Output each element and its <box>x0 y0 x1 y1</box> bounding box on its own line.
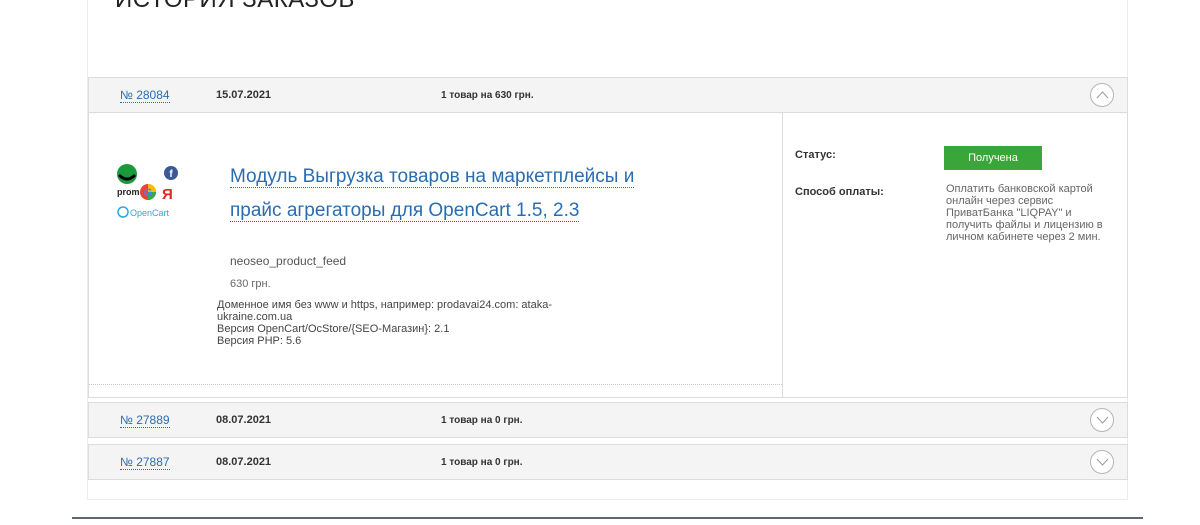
order-header-27887[interactable]: № 27887 08.07.2021 1 товар на 0 грн. <box>88 444 1128 480</box>
chevron-down-icon[interactable] <box>1090 408 1114 432</box>
svg-text:prom: prom <box>117 187 140 197</box>
order-number-link[interactable]: № 27887 <box>120 455 170 470</box>
product-price: 630 грн. <box>230 278 271 290</box>
svg-text:OpenCart: OpenCart <box>130 208 170 218</box>
product-code: neoseo_product_feed <box>230 254 347 268</box>
product-divider <box>89 384 782 385</box>
product-title[interactable]: Модуль Выгрузка товаров на маркетплейсы … <box>230 160 650 228</box>
footer-divider <box>72 517 1143 519</box>
svg-text:Я: Я <box>162 186 173 203</box>
chevron-up-icon[interactable] <box>1090 83 1114 107</box>
order-date: 08.07.2021 <box>216 456 272 468</box>
option-opencart-version: Версия OpenCart/OcStore/{SEO-Магазин}: 2… <box>217 323 450 335</box>
order-summary: 1 товар на 0 грн. <box>441 414 523 426</box>
order-date: 15.07.2021 <box>216 89 272 101</box>
payment-label: Способ оплаты: <box>795 186 884 198</box>
option-domain: Доменное имя без www и https, например: … <box>217 299 553 323</box>
chevron-down-icon[interactable] <box>1090 450 1114 474</box>
page-title: ИСТОРИЯ ЗАКАЗОВ <box>115 0 355 14</box>
payment-value: Оплатить банковской картой онлайн через … <box>946 183 1103 243</box>
product-logo-icon: f prom G Я OpenCart <box>117 164 178 218</box>
details-divider <box>782 113 783 397</box>
product-options: Доменное имя без www и https, например: … <box>217 299 617 347</box>
order-number-link[interactable]: № 27889 <box>120 413 170 428</box>
order-header-27889[interactable]: № 27889 08.07.2021 1 товар на 0 грн. <box>88 402 1128 438</box>
order-header-28084[interactable]: № 28084 15.07.2021 1 товар на 630 грн. <box>88 77 1128 113</box>
svg-text:G: G <box>144 187 153 199</box>
order-summary: 1 товар на 0 грн. <box>441 456 523 468</box>
order-date: 08.07.2021 <box>216 414 272 426</box>
order-details-28084: f prom G Я OpenCart Модуль Выгрузка това… <box>88 113 1128 398</box>
status-label: Статус: <box>795 149 836 161</box>
order-summary: 1 товар на 630 грн. <box>441 89 534 101</box>
option-php-version: Версия PHP: 5.6 <box>217 335 302 347</box>
order-number-link[interactable]: № 28084 <box>120 88 170 103</box>
status-badge: Получена <box>944 146 1042 170</box>
